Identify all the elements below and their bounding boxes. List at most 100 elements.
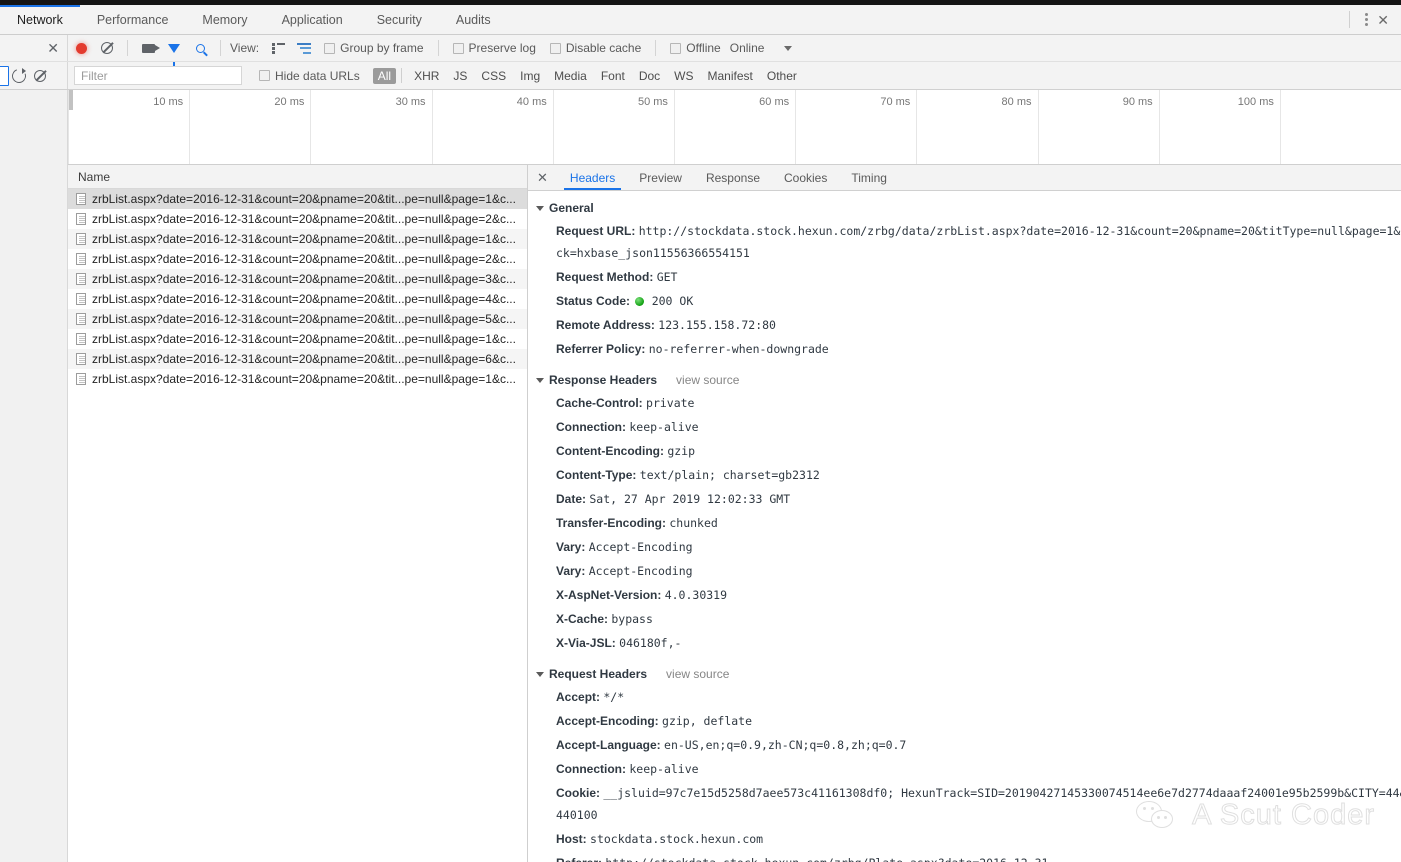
filter-type-font[interactable]: Font <box>594 68 632 84</box>
filter-type-other[interactable]: Other <box>760 68 804 84</box>
tab-headers[interactable]: Headers <box>558 165 627 190</box>
header-row: X-AspNet-Version: 4.0.30319 <box>528 583 1401 607</box>
overview-timeline[interactable]: 10 ms 20 ms 30 ms 40 ms 50 ms 60 ms 70 m… <box>68 90 1401 165</box>
column-header-name: Name <box>78 169 111 184</box>
table-row[interactable]: zrbList.aspx?date=2016-12-31&count=20&pn… <box>68 269 527 289</box>
tab-performance[interactable]: Performance <box>80 5 186 34</box>
view-source-link[interactable]: view source <box>666 667 729 681</box>
document-icon <box>76 213 86 225</box>
offline-checkbox[interactable]: Offline <box>663 41 727 55</box>
tab-label: Audits <box>455 12 491 27</box>
header-row-remote-address: Remote Address: 123.155.158.72:80 <box>528 313 1401 337</box>
tab-application[interactable]: Application <box>265 5 360 34</box>
filter-button[interactable] <box>161 35 187 66</box>
response-headers-section-header[interactable]: Response Headers view source <box>528 369 1401 391</box>
clear-icon[interactable] <box>34 69 46 82</box>
filter-type-ws[interactable]: WS <box>667 68 700 84</box>
filter-type-all[interactable]: All <box>372 67 397 84</box>
network-panel-body: 10 ms 20 ms 30 ms 40 ms 50 ms 60 ms 70 m… <box>0 90 1401 862</box>
document-icon <box>76 293 86 305</box>
filter-type-doc[interactable]: Doc <box>632 68 667 84</box>
table-row[interactable]: zrbList.aspx?date=2016-12-31&count=20&pn… <box>68 309 527 329</box>
checkbox-box <box>452 42 464 54</box>
header-value: stockdata.stock.hexun.com <box>590 832 764 846</box>
timeline-tick: 100 ms <box>1158 90 1280 164</box>
tab-audits[interactable]: Audits <box>439 5 508 34</box>
table-row[interactable]: zrbList.aspx?date=2016-12-31&count=20&pn… <box>68 209 527 229</box>
filter-type-img[interactable]: Img <box>513 68 547 84</box>
requests-column-header[interactable]: Name <box>68 165 527 189</box>
left-rail <box>0 90 68 862</box>
view-source-link[interactable]: view source <box>676 373 739 387</box>
requests-list[interactable]: zrbList.aspx?date=2016-12-31&count=20&pn… <box>68 189 527 862</box>
filter-type-media[interactable]: Media <box>547 68 594 84</box>
tab-memory[interactable]: Memory <box>185 5 264 34</box>
chevron-down-icon <box>536 671 544 677</box>
headers-content[interactable]: General Request URL: http://stockdata.st… <box>528 191 1401 862</box>
capture-screenshots-button[interactable] <box>135 35 161 61</box>
table-row[interactable]: zrbList.aspx?date=2016-12-31&count=20&pn… <box>68 369 527 389</box>
hide-data-urls-label: Hide data URLs <box>275 68 360 83</box>
preserve-log-checkbox[interactable]: Preserve log <box>446 41 543 55</box>
kebab-menu-icon[interactable] <box>1358 13 1375 26</box>
filter-type-css[interactable]: CSS <box>474 68 513 84</box>
view-waterfall-button[interactable] <box>291 35 317 61</box>
header-key: Cookie: <box>556 786 601 800</box>
chevron-down-icon[interactable] <box>784 45 793 51</box>
request-headers-section-header[interactable]: Request Headers view source <box>528 663 1401 685</box>
tick-label: 30 ms <box>395 96 426 108</box>
tab-network[interactable]: Network <box>0 5 80 34</box>
search-button[interactable] <box>187 35 213 61</box>
document-icon <box>76 353 86 365</box>
record-button[interactable] <box>68 35 94 61</box>
tab-response[interactable]: Response <box>694 165 772 190</box>
close-details-icon[interactable]: ✕ <box>528 165 558 190</box>
table-row[interactable]: zrbList.aspx?date=2016-12-31&count=20&pn… <box>68 329 527 349</box>
request-name: zrbList.aspx?date=2016-12-31&count=20&pn… <box>92 332 516 346</box>
table-row[interactable]: zrbList.aspx?date=2016-12-31&count=20&pn… <box>68 189 527 209</box>
close-icon[interactable]: ✕ <box>1375 13 1395 27</box>
tab-label: Performance <box>96 12 169 27</box>
checkbox-box <box>549 42 561 54</box>
header-row: Cache-Control: private <box>528 391 1401 415</box>
requests-and-details: Name zrbList.aspx?date=2016-12-31&count=… <box>68 165 1401 862</box>
header-key: Host: <box>556 832 587 846</box>
tab-cookies[interactable]: Cookies <box>772 165 839 190</box>
filter-type-manifest[interactable]: Manifest <box>701 68 760 84</box>
close-drawer-icon[interactable]: ✕ <box>47 41 59 55</box>
header-value-continuation: 440100 <box>556 808 598 822</box>
clear-button[interactable] <box>94 35 120 61</box>
reload-icon[interactable] <box>12 67 26 83</box>
table-row[interactable]: zrbList.aspx?date=2016-12-31&count=20&pn… <box>68 289 527 309</box>
view-list-button[interactable] <box>265 35 291 61</box>
tab-preview[interactable]: Preview <box>627 165 694 190</box>
clear-icon <box>101 42 113 54</box>
checkbox-box <box>259 70 270 81</box>
header-value: keep-alive <box>629 420 699 434</box>
throttling-value[interactable]: Online <box>728 41 771 55</box>
disable-cache-checkbox[interactable]: Disable cache <box>543 41 648 55</box>
inspect-element-box[interactable] <box>0 65 9 86</box>
filter-input[interactable]: Filter <box>74 66 242 85</box>
table-row[interactable]: zrbList.aspx?date=2016-12-31&count=20&pn… <box>68 249 527 269</box>
section-title: Request Headers <box>549 667 648 681</box>
header-key: Referer: <box>556 856 602 862</box>
filter-type-xhr[interactable]: XHR <box>407 68 446 84</box>
table-row[interactable]: zrbList.aspx?date=2016-12-31&count=20&pn… <box>68 229 527 249</box>
tab-label: Application <box>281 12 343 27</box>
timeline-tick: 90 ms <box>1037 90 1159 164</box>
header-row: Date: Sat, 27 Apr 2019 12:02:33 GMT <box>528 487 1401 511</box>
record-icon <box>75 42 87 54</box>
table-row[interactable]: zrbList.aspx?date=2016-12-31&count=20&pn… <box>68 349 527 369</box>
tab-timing[interactable]: Timing <box>839 165 899 190</box>
general-section-header[interactable]: General <box>528 197 1401 219</box>
request-details-panel: ✕ Headers Preview Response Cookies Timin… <box>528 165 1401 862</box>
hide-data-urls-checkbox[interactable]: Hide data URLs <box>252 69 367 83</box>
header-key: X-Via-JSL: <box>556 636 616 650</box>
filter-left-stub <box>0 62 68 89</box>
divider <box>437 40 439 56</box>
group-by-frame-checkbox[interactable]: Group by frame <box>317 41 430 55</box>
request-name: zrbList.aspx?date=2016-12-31&count=20&pn… <box>92 272 516 286</box>
tab-security[interactable]: Security <box>360 5 439 34</box>
filter-type-js[interactable]: JS <box>446 68 474 84</box>
